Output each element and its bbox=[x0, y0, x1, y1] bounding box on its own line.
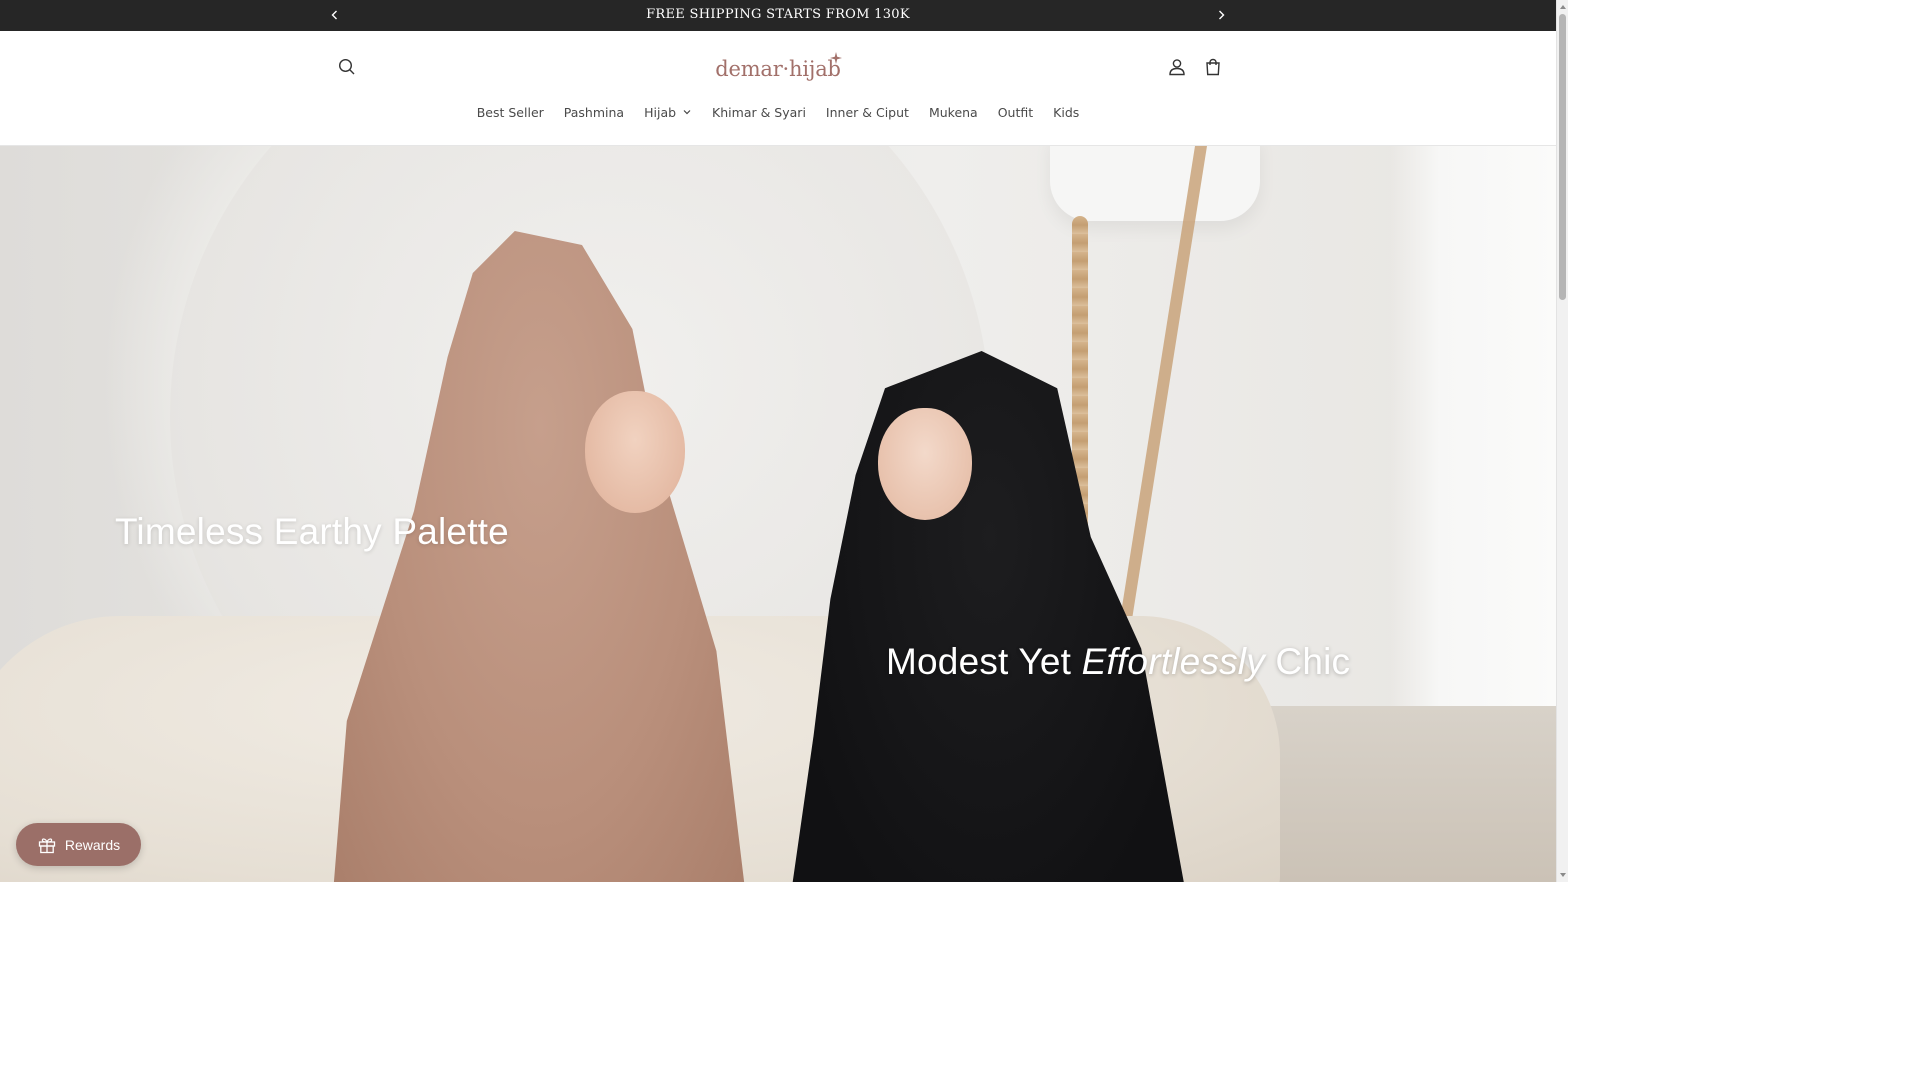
hero-headline-2: Modest Yet Effortlessly Chic bbox=[886, 641, 1350, 683]
nav-item-label: Khimar & Syari bbox=[712, 104, 806, 120]
hero-headline-2-emphasis: Effortlessly bbox=[1081, 641, 1265, 682]
search-button[interactable] bbox=[330, 50, 364, 84]
announcement-bar: FREE SHIPPING STARTS FROM 130K bbox=[0, 0, 1556, 31]
brand-logo[interactable]: demar·hijab bbox=[700, 49, 856, 89]
scroll-down-arrow-icon[interactable] bbox=[1559, 870, 1567, 880]
cart-button[interactable] bbox=[1196, 50, 1230, 84]
bag-icon bbox=[1206, 58, 1220, 76]
vertical-scrollbar[interactable] bbox=[1556, 0, 1568, 882]
gift-icon bbox=[38, 837, 56, 853]
nav-item-khimar-syari[interactable]: Khimar & Syari bbox=[702, 101, 816, 123]
announcement-text: FREE SHIPPING STARTS FROM 130K bbox=[646, 7, 910, 22]
hero-headline-1: Timeless Earthy Palette bbox=[115, 511, 509, 552]
chevron-down-icon bbox=[683, 110, 691, 115]
nav-item-label: Inner & Ciput bbox=[825, 104, 909, 120]
nav-item-label: Hijab bbox=[644, 104, 677, 120]
nav-item-label: Best Seller bbox=[476, 104, 544, 120]
site-header: demar·hijab Best Seller Pashmina Hijab K… bbox=[0, 31, 1556, 146]
nav-item-hijab[interactable]: Hijab bbox=[634, 101, 702, 123]
hero-model-right-face bbox=[878, 408, 972, 520]
scroll-up-arrow-icon[interactable] bbox=[1559, 2, 1567, 12]
announcement-next-button[interactable] bbox=[1213, 7, 1229, 23]
nav-item-inner-ciput[interactable]: Inner & Ciput bbox=[816, 101, 919, 123]
sparkle-icon bbox=[830, 52, 842, 64]
search-icon bbox=[338, 58, 355, 75]
nav-item-pashmina[interactable]: Pashmina bbox=[554, 101, 634, 123]
nav-item-kids[interactable]: Kids bbox=[1043, 101, 1089, 123]
nav-item-outfit[interactable]: Outfit bbox=[988, 101, 1043, 123]
rewards-label: Rewards bbox=[64, 836, 121, 853]
chevron-right-icon bbox=[1219, 10, 1225, 20]
nav-item-label: Outfit bbox=[997, 104, 1034, 120]
rewards-button[interactable]: Rewards bbox=[16, 823, 141, 866]
brand-logo-text: demar·hijab bbox=[715, 57, 841, 81]
hero-model-left-face bbox=[585, 391, 685, 513]
scrollbar-thumb[interactable] bbox=[1559, 14, 1566, 300]
main-navigation: Best Seller Pashmina Hijab Khimar & Syar… bbox=[0, 101, 1556, 123]
nav-item-label: Kids bbox=[1053, 104, 1080, 120]
nav-item-label: Pashmina bbox=[563, 104, 625, 120]
hero-headline-2-pre: Modest Yet bbox=[886, 641, 1082, 682]
nav-item-best-seller[interactable]: Best Seller bbox=[467, 101, 554, 123]
hero-headline-2-post: Chic bbox=[1264, 641, 1351, 682]
nav-item-label: Mukena bbox=[928, 104, 978, 120]
account-button[interactable] bbox=[1160, 50, 1194, 84]
user-icon bbox=[1169, 59, 1185, 76]
hero-banner[interactable]: Timeless Earthy Palette Modest Yet Effor… bbox=[0, 146, 1556, 882]
nav-item-mukena[interactable]: Mukena bbox=[919, 101, 988, 123]
